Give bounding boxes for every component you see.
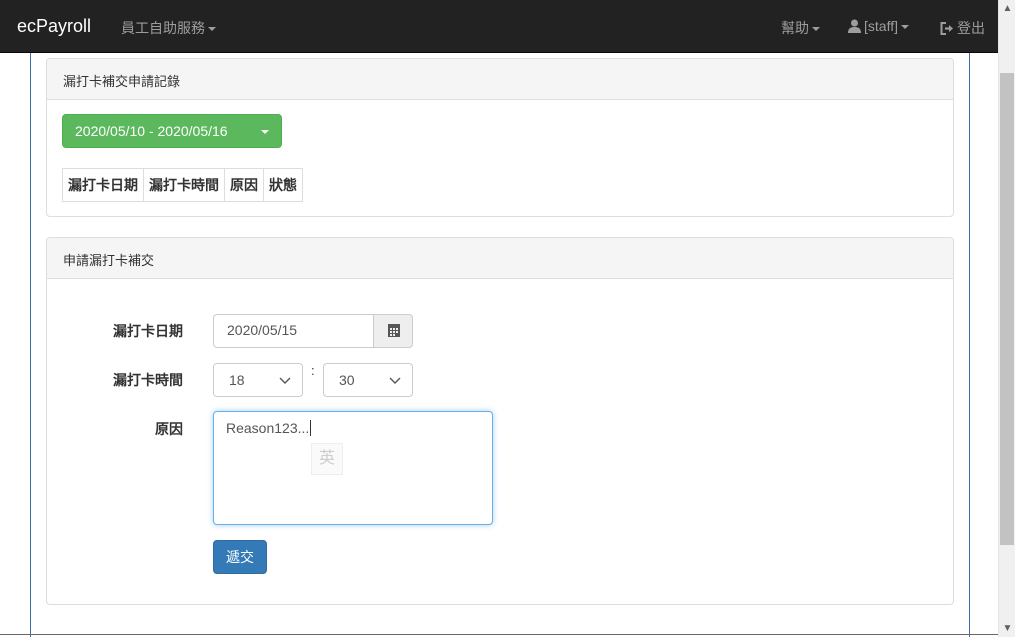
records-table: 漏打卡日期 漏打卡時間 原因 狀態 bbox=[62, 168, 303, 202]
records-panel: 漏打卡補交申請記錄 2020/05/10 - 2020/05/16 漏打卡日期 … bbox=[46, 58, 954, 217]
top-navbar: ecPayroll 員工自助服務 幫助 [staff] 登出 bbox=[0, 0, 998, 53]
text-cursor bbox=[310, 420, 312, 436]
brand-logo[interactable]: ecPayroll bbox=[17, 16, 91, 37]
column-header-time[interactable]: 漏打卡時間 bbox=[143, 168, 225, 202]
caret-down-icon bbox=[900, 25, 909, 30]
scroll-thumb[interactable] bbox=[1000, 73, 1014, 545]
help-menu[interactable]: 幫助 bbox=[781, 18, 820, 38]
calendar-icon bbox=[388, 324, 400, 337]
time-label: 漏打卡時間 bbox=[113, 372, 183, 388]
ime-indicator: 英 bbox=[311, 443, 343, 475]
window-bottom-border bbox=[0, 634, 998, 635]
hour-value: 18 bbox=[229, 372, 245, 388]
chevron-down-icon bbox=[279, 377, 291, 384]
container-border-right bbox=[969, 53, 970, 637]
date-range-picker[interactable]: 2020/05/10 - 2020/05/16 bbox=[62, 114, 282, 148]
date-range-label: 2020/05/10 - 2020/05/16 bbox=[75, 123, 228, 139]
caret-down-icon bbox=[261, 130, 269, 134]
self-service-menu[interactable]: 員工自助服務 bbox=[121, 18, 216, 38]
reason-text: Reason123... bbox=[226, 420, 310, 436]
records-table-header: 漏打卡日期 漏打卡時間 原因 狀態 bbox=[62, 168, 303, 202]
help-menu-label: 幫助 bbox=[781, 20, 809, 36]
minute-value: 30 bbox=[339, 372, 355, 388]
logout-icon bbox=[940, 22, 953, 35]
calendar-button[interactable] bbox=[373, 314, 413, 348]
scroll-up-arrow-icon[interactable]: ▲ bbox=[999, 0, 1015, 17]
date-input[interactable]: 2020/05/15 bbox=[213, 314, 374, 348]
container-border-left bbox=[30, 53, 31, 637]
vertical-scrollbar[interactable]: ▲ ▼ bbox=[998, 0, 1015, 637]
submit-button[interactable]: 遞交 bbox=[213, 540, 267, 574]
column-header-date[interactable]: 漏打卡日期 bbox=[62, 168, 144, 202]
date-label: 漏打卡日期 bbox=[113, 323, 183, 339]
logout-link[interactable]: 登出 bbox=[940, 18, 985, 38]
logout-label: 登出 bbox=[957, 20, 985, 36]
apply-panel-title: 申請漏打卡補交 bbox=[47, 238, 953, 279]
reason-textarea[interactable]: Reason123... 英 bbox=[213, 411, 493, 525]
records-panel-title: 漏打卡補交申請記錄 bbox=[47, 59, 953, 100]
hour-select[interactable]: 18 bbox=[213, 363, 303, 397]
self-service-menu-label: 員工自助服務 bbox=[121, 20, 205, 36]
reason-label: 原因 bbox=[155, 421, 183, 437]
time-separator: : bbox=[311, 363, 315, 378]
scroll-down-arrow-icon[interactable]: ▼ bbox=[999, 620, 1015, 637]
user-menu-label: [staff] bbox=[864, 18, 898, 34]
caret-down-icon bbox=[812, 27, 820, 32]
minute-select[interactable]: 30 bbox=[323, 363, 413, 397]
user-menu[interactable]: [staff] bbox=[848, 18, 909, 34]
column-header-reason[interactable]: 原因 bbox=[224, 168, 264, 202]
chevron-down-icon bbox=[389, 377, 401, 384]
column-header-status[interactable]: 狀態 bbox=[263, 168, 303, 202]
user-icon bbox=[848, 19, 861, 33]
caret-down-icon bbox=[208, 27, 216, 32]
apply-panel: 申請漏打卡補交 漏打卡日期 2020/05/15 漏打卡時間 18 : 30 原… bbox=[46, 237, 954, 605]
